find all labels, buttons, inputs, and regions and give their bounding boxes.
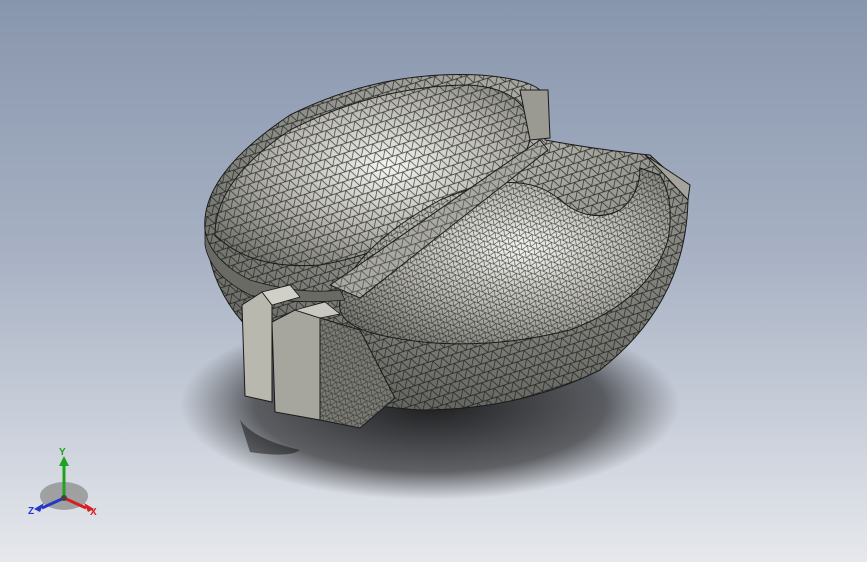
view-orientation-triad[interactable]: Y X Z (20, 446, 110, 526)
y-axis-label: Y (59, 447, 66, 458)
z-axis-label: Z (28, 506, 35, 517)
x-axis-label: X (90, 507, 97, 518)
mesh-model-canvas[interactable] (0, 0, 867, 562)
graphics-viewport[interactable]: Y X Z (0, 0, 867, 562)
